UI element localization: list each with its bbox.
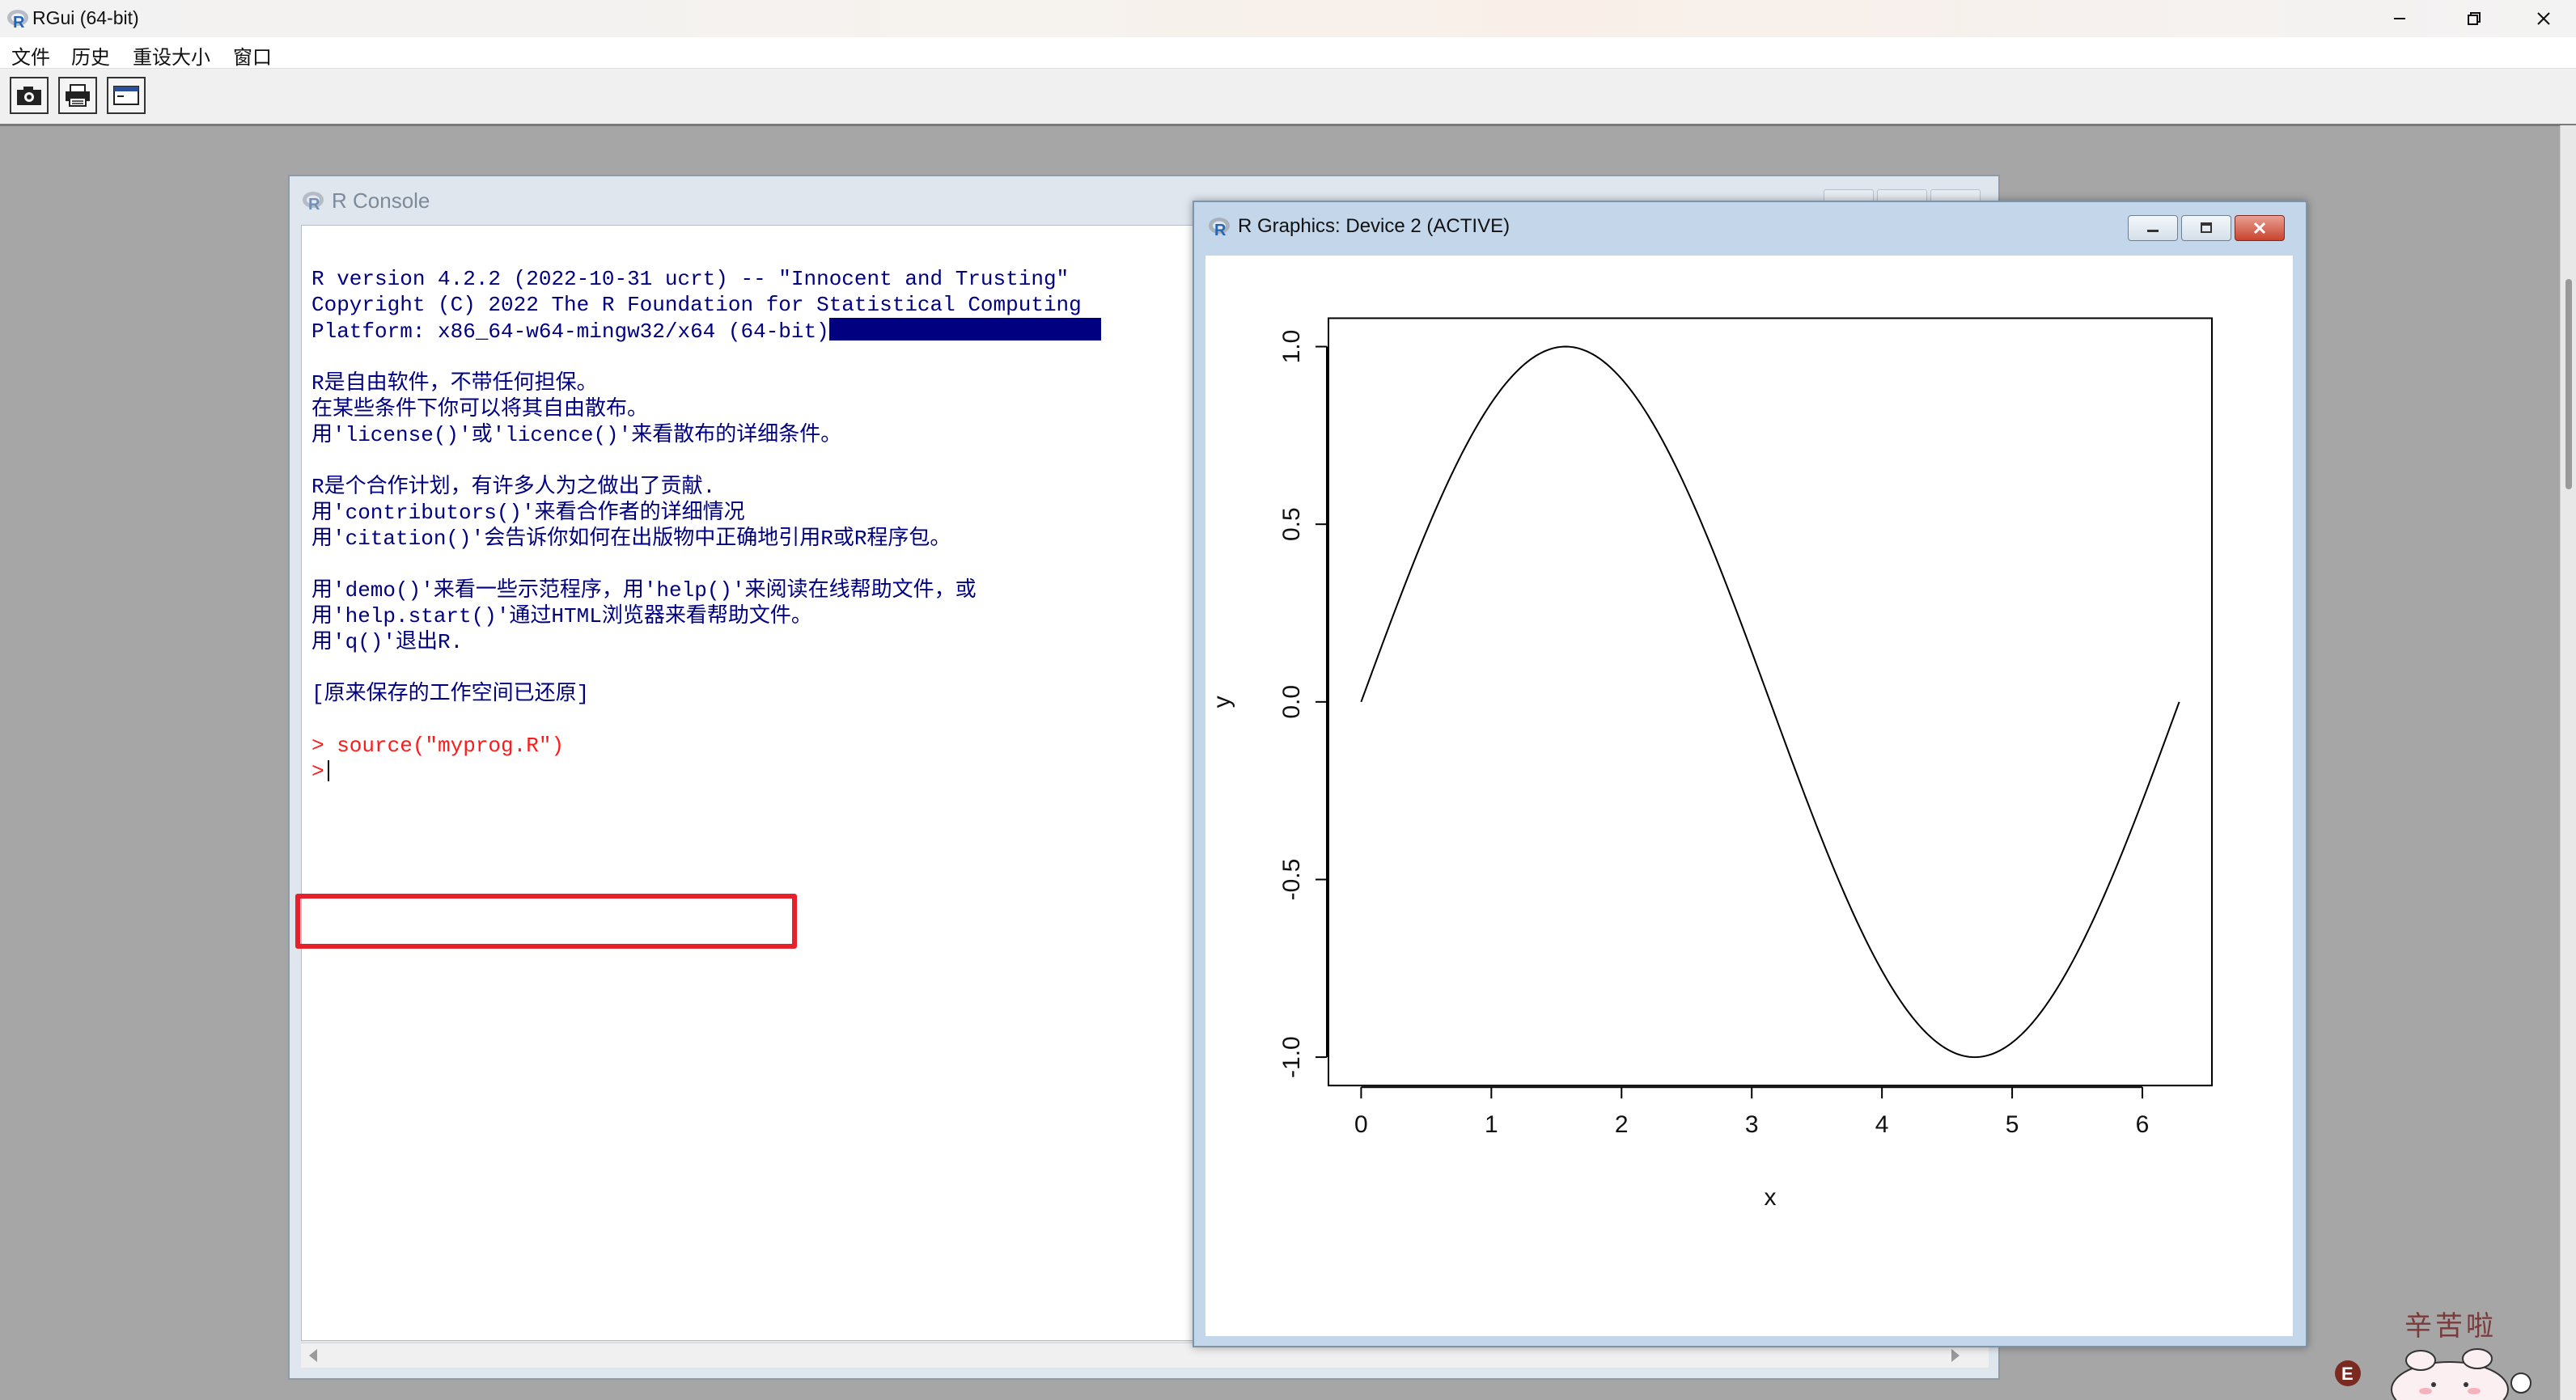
console-prompt[interactable]: > [311,759,324,784]
console-command: > source("myprog.R") [311,734,565,758]
command-highlight-box [295,894,797,949]
console-title: R Console [332,188,430,213]
print-button[interactable] [58,77,97,114]
scroll-right-arrow-icon[interactable] [1951,1349,1960,1362]
console-line: 用'help.start()'通过HTML浏览器来看帮助文件。 [311,604,812,628]
r-graphics-window[interactable]: R R Graphics: Device 2 (ACTIVE) 0 1 2 3 4 5 6 … [1193,201,2307,1347]
restore-icon [2468,12,2481,25]
series-line [1360,345,2180,1059]
x-axis-label: x [1765,1184,1777,1211]
scrollbar-thumb[interactable] [2565,279,2572,489]
camera-icon [17,87,41,105]
menu-history[interactable]: 历史 [71,41,110,70]
console-line: 在某些条件下你可以将其自由散布。 [311,397,649,421]
y-tick-label: -1.0 [1278,1036,1305,1078]
console-line: R version 4.2.2 (2022-10-31 ucrt) -- "In… [311,267,1070,291]
close-button[interactable] [2511,3,2576,34]
text-cursor [327,760,329,781]
menu-file[interactable]: 文件 [11,41,50,70]
x-tick-label: 0 [1354,1111,1368,1138]
svg-text:R: R [13,14,25,29]
x-tick-label: 4 [1875,1111,1889,1138]
r-logo-icon: R [1209,218,1230,237]
plot-area: 0 1 2 3 4 5 6 -1.0 -0.5 0.0 0.5 1.0 x y [1205,256,2293,1336]
console-caption: R R Console [301,186,430,215]
r-logo-icon: R [303,192,324,211]
console-line: Copyright (C) 2022 The R Foundation for … [311,293,1082,317]
menu-resize[interactable]: 重设大小 [133,41,210,70]
console-line: 用'citation()'会告诉你如何在出版物中正确地引用R或R程序包。 [311,527,951,551]
console-line: R是个合作计划，有许多人为之做出了贡献. [311,475,716,499]
console-text: R version 4.2.2 (2022-10-31 ucrt) -- "In… [311,266,1101,785]
menu-bar: 文件 历史 重设大小 窗口 [0,37,2576,70]
console-line: 用'license()'或'licence()'来看散布的详细条件。 [311,423,842,447]
graphics-minimize-button[interactable] [2128,215,2178,241]
workspace-vertical-scrollbar[interactable] [2560,125,2576,1400]
console-line: 用'demo()'来看一些示范程序，用'help()'来阅读在线帮助文件，或 [311,578,977,603]
x-tick-label: 5 [2006,1111,2019,1138]
y-tick-label: -0.5 [1278,859,1305,901]
console-line: 用'contributors()'来看合作者的详细情况 [311,501,745,525]
x-axis: 0 1 2 3 4 5 6 [1354,1086,2150,1138]
minimize-button[interactable] [2362,3,2437,34]
y-axis-label: y [1209,696,1235,708]
restore-button[interactable] [2437,3,2511,34]
console-line: [原来保存的工作空间已还原] [311,682,590,706]
sine-chart: 0 1 2 3 4 5 6 -1.0 -0.5 0.0 0.5 1.0 x y [1209,317,2213,1211]
x-tick-label: 3 [1745,1111,1759,1138]
x-tick-label: 1 [1485,1111,1498,1138]
scroll-left-arrow-icon[interactable] [309,1349,317,1362]
minimize-icon [2394,18,2405,19]
svg-text:E: E [2341,1364,2354,1384]
watermark: 辛苦啦 E [2330,1294,2573,1400]
close-icon [2537,12,2550,25]
x-tick-label: 6 [2136,1111,2150,1138]
y-tick-label: 1.0 [1278,330,1305,364]
window-icon [113,86,139,105]
y-axis: -1.0 -0.5 0.0 0.5 1.0 [1278,330,1328,1078]
r-logo-icon: R [6,8,29,32]
svg-text:R: R [1214,222,1227,237]
console-window-button[interactable] [107,77,146,114]
console-line: R是自由软件，不带任何担保。 [311,371,598,395]
svg-text:R: R [308,196,320,211]
close-icon [2253,222,2266,235]
maximize-icon [2201,222,2212,233]
printer-icon [66,84,90,107]
copy-to-clipboard-button[interactable] [10,77,49,114]
window-title: RGui (64-bit) [32,7,139,28]
selection-highlight [828,318,1101,340]
menu-window[interactable]: 窗口 [233,41,272,70]
title-bar: R RGui (64-bit) [0,0,2576,38]
y-tick-label: 0.5 [1278,507,1305,541]
console-line: Platform: x86_64-w64-mingw32/x64 (64-bit… [311,319,829,344]
console-line: 用'q()'退出R. [311,630,464,654]
graphics-caption: R R Graphics: Device 2 (ACTIVE) [1207,212,1510,241]
graphics-maximize-button[interactable] [2181,215,2231,241]
graphics-close-button[interactable] [2235,215,2285,241]
y-tick-label: 0.0 [1278,685,1305,719]
minimize-icon [2147,230,2159,232]
toolbar [0,68,2576,126]
graphics-title: R Graphics: Device 2 (ACTIVE) [1238,215,1510,237]
x-tick-label: 2 [1615,1111,1629,1138]
cartoon-bunny-icon: E [2335,1348,2532,1400]
